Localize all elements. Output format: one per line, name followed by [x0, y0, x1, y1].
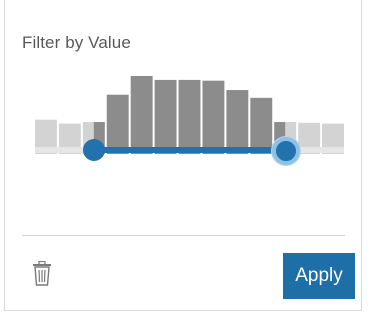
- histogram-bar: [226, 90, 249, 154]
- histogram-bar: [202, 80, 225, 154]
- histogram-bar: [178, 79, 201, 154]
- value-histogram: [35, 76, 344, 154]
- slider-selected-range: [94, 147, 286, 153]
- slider-max-handle[interactable]: [272, 137, 300, 165]
- panel-title: Filter by Value: [22, 33, 131, 52]
- histogram-bar: [130, 76, 153, 154]
- histogram-bar: [250, 97, 273, 154]
- footer-divider: [22, 235, 345, 236]
- slider-min-handle[interactable]: [83, 139, 105, 161]
- trash-icon[interactable]: [32, 261, 52, 287]
- histogram-bar: [154, 79, 177, 154]
- histogram-bar: [106, 94, 129, 154]
- apply-button[interactable]: Apply: [283, 253, 355, 299]
